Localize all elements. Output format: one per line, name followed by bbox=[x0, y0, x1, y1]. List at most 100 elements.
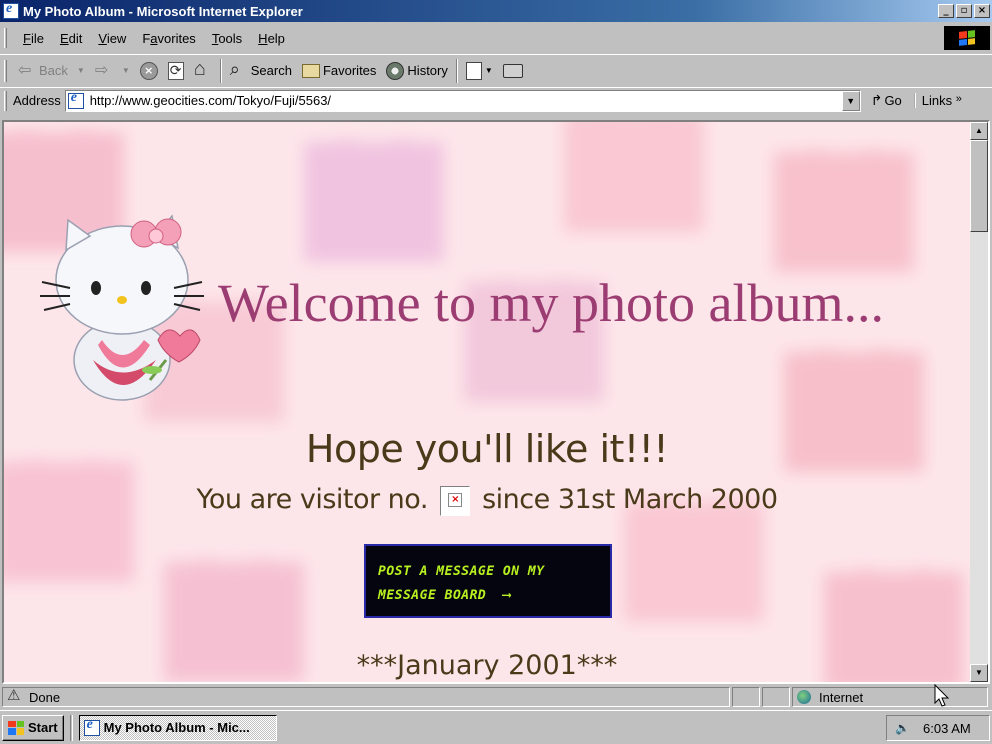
start-label: Start bbox=[28, 720, 58, 735]
warning-icon bbox=[7, 686, 23, 704]
address-label: Address bbox=[13, 93, 61, 108]
taskbar-separator bbox=[69, 714, 73, 741]
refresh-button[interactable] bbox=[163, 58, 189, 84]
maximize-button[interactable]: ▫ bbox=[956, 4, 972, 18]
status-bar: Done Internet bbox=[0, 686, 992, 708]
start-button[interactable]: Start bbox=[2, 714, 64, 741]
window-controls: _ ▫ × bbox=[936, 4, 990, 18]
ie-icon[interactable] bbox=[3, 1, 19, 19]
status-text-panel: Done bbox=[2, 686, 730, 707]
welcome-heading: Welcome to my photo album... bbox=[218, 273, 885, 333]
print-button[interactable] bbox=[498, 58, 528, 84]
menu-tools[interactable]: Tools bbox=[204, 29, 250, 48]
go-arrow-icon: ↱ bbox=[870, 92, 883, 108]
forward-dropdown-icon[interactable]: ▼ bbox=[122, 66, 130, 75]
toolbar-separator bbox=[455, 58, 458, 83]
status-panel-empty bbox=[762, 687, 790, 707]
page-icon bbox=[67, 90, 84, 109]
background-heart bbox=[564, 122, 704, 232]
mail-button[interactable]: ▼ bbox=[461, 58, 498, 84]
links-button[interactable]: Links » bbox=[913, 93, 962, 108]
scroll-thumb[interactable] bbox=[970, 140, 988, 232]
back-arrow-icon: ⇦ bbox=[18, 61, 32, 79]
hello-kitty-image bbox=[40, 214, 204, 401]
forward-arrow-icon: ⇨ bbox=[94, 61, 109, 79]
ie-icon bbox=[83, 717, 100, 736]
menu-grip[interactable] bbox=[4, 28, 7, 48]
go-button[interactable]: ↱ Go bbox=[867, 92, 906, 109]
favorites-folder-icon bbox=[301, 63, 320, 78]
standard-toolbar: ⇦ Back ▼ ⇨ ▼ × Search Favorites History … bbox=[0, 54, 992, 86]
minimize-button[interactable]: _ bbox=[938, 4, 954, 18]
visitor-suffix: since 31st March 2000 bbox=[482, 484, 778, 515]
taskbar-window-label: My Photo Album - Mic... bbox=[103, 720, 250, 735]
search-icon bbox=[230, 59, 248, 80]
page-content[interactable]: Welcome to my photo album... Hope you'll… bbox=[4, 122, 970, 682]
taskbar: Start My Photo Album - Mic... 6:03 AM bbox=[0, 710, 992, 744]
browser-viewport: Welcome to my photo album... Hope you'll… bbox=[2, 120, 990, 684]
windows-logo bbox=[944, 26, 990, 50]
links-label: Links bbox=[921, 93, 953, 108]
address-input[interactable]: http://www.geocities.com/Tokyo/Fuji/5563… bbox=[64, 89, 861, 112]
message-board-line-2: MESSAGE BOARD ⟶ bbox=[378, 588, 511, 603]
window-title: My Photo Album - Microsoft Internet Expl… bbox=[23, 3, 303, 19]
message-board-line-1: POST A MESSAGE ON MY bbox=[378, 564, 545, 579]
address-url[interactable]: http://www.geocities.com/Tokyo/Fuji/5563… bbox=[90, 93, 331, 108]
windows-flag-icon bbox=[8, 720, 24, 735]
address-grip[interactable] bbox=[4, 90, 7, 111]
chevron-right-icon: » bbox=[955, 93, 962, 105]
status-text: Done bbox=[29, 689, 61, 705]
toolbar-separator bbox=[219, 58, 222, 83]
broken-image-icon[interactable]: × bbox=[440, 485, 471, 516]
scroll-up-button[interactable]: ▲ bbox=[970, 122, 988, 140]
menu-file[interactable]: File bbox=[15, 29, 52, 48]
vertical-scrollbar[interactable]: ▲ ▼ bbox=[970, 122, 988, 682]
mail-icon bbox=[465, 61, 482, 80]
address-dropdown-icon[interactable]: ▼ bbox=[841, 90, 860, 111]
menu-edit[interactable]: Edit bbox=[52, 29, 90, 48]
scroll-down-button[interactable]: ▼ bbox=[970, 664, 988, 682]
message-board-link[interactable]: POST A MESSAGE ON MY MESSAGE BOARD ⟶ bbox=[364, 544, 612, 618]
favorites-button[interactable]: Favorites bbox=[297, 58, 381, 84]
toolbar-grip[interactable] bbox=[4, 59, 7, 82]
status-panel-empty bbox=[732, 687, 760, 707]
volume-icon[interactable] bbox=[895, 720, 911, 736]
search-button[interactable]: Search bbox=[225, 58, 297, 84]
globe-icon bbox=[797, 690, 811, 704]
stop-icon: × bbox=[139, 61, 158, 80]
background-heart bbox=[304, 142, 444, 262]
menu-bar: File Edit View Favorites Tools Help bbox=[0, 24, 992, 52]
history-button[interactable]: History bbox=[381, 58, 452, 84]
taskbar-window-button[interactable]: My Photo Album - Mic... bbox=[78, 714, 277, 741]
background-heart bbox=[624, 502, 764, 622]
visitor-counter-line: You are visitor no. × since 31st March 2… bbox=[4, 484, 970, 516]
back-button[interactable]: ⇦ Back ▼ bbox=[13, 58, 90, 84]
history-icon bbox=[386, 61, 405, 80]
visitor-prefix: You are visitor no. bbox=[196, 484, 428, 515]
favorites-label: Favorites bbox=[322, 63, 377, 78]
mail-dropdown-icon[interactable]: ▼ bbox=[485, 66, 493, 75]
clock[interactable]: 6:03 AM bbox=[923, 721, 971, 736]
zone-label: Internet bbox=[819, 689, 864, 705]
back-label: Back bbox=[39, 63, 68, 78]
printer-icon bbox=[502, 63, 523, 78]
search-label: Search bbox=[250, 63, 292, 78]
security-zone-panel: Internet bbox=[792, 687, 988, 707]
menu-help[interactable]: Help bbox=[250, 29, 293, 48]
back-dropdown-icon[interactable]: ▼ bbox=[77, 66, 85, 75]
address-bar: Address http://www.geocities.com/Tokyo/F… bbox=[0, 87, 992, 113]
home-button[interactable] bbox=[189, 58, 217, 84]
background-heart bbox=[774, 152, 914, 272]
background-heart bbox=[4, 462, 134, 582]
refresh-icon bbox=[167, 61, 184, 80]
arrow-right-icon: ⟶ bbox=[502, 588, 511, 603]
title-bar[interactable]: My Photo Album - Microsoft Internet Expl… bbox=[0, 0, 992, 22]
close-button[interactable]: × bbox=[974, 4, 990, 18]
mouse-cursor-icon bbox=[934, 684, 950, 707]
home-icon bbox=[194, 58, 212, 81]
menu-favorites[interactable]: Favorites bbox=[134, 29, 203, 48]
forward-button[interactable]: ⇨ ▼ bbox=[90, 58, 135, 84]
stop-button[interactable]: × bbox=[135, 58, 163, 84]
january-heading: ***January 2001*** bbox=[356, 650, 618, 681]
menu-view[interactable]: View bbox=[90, 29, 134, 48]
